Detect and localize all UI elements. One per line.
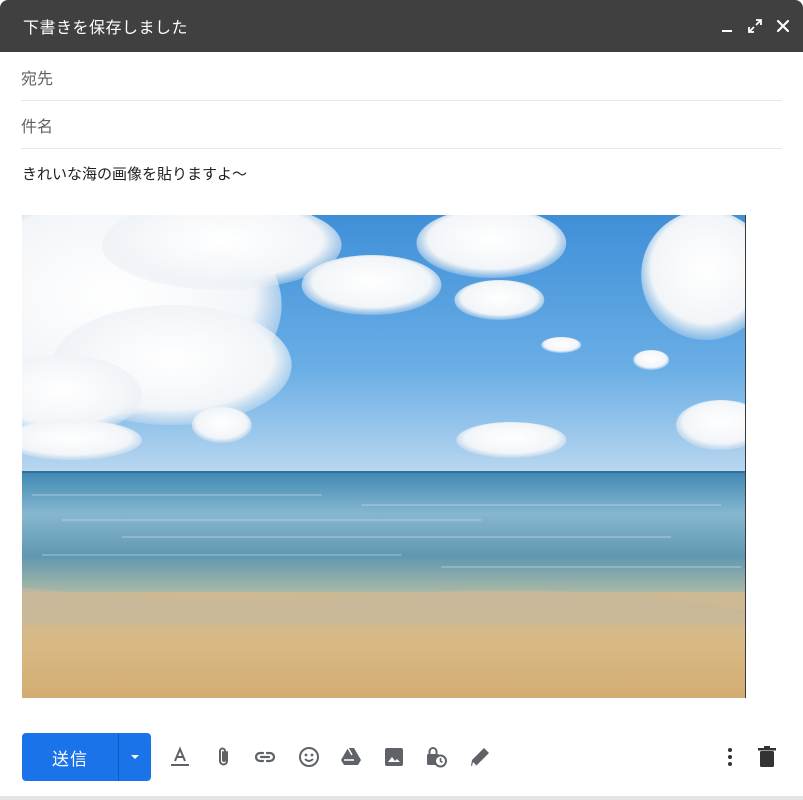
- send-button-group: 送信: [22, 733, 151, 781]
- more-options-icon[interactable]: [718, 745, 742, 769]
- window-title: 下書きを保存しました: [23, 18, 189, 37]
- insert-photo-icon[interactable]: [382, 745, 406, 769]
- to-label: 宛先: [21, 68, 54, 88]
- minimize-icon[interactable]: [713, 12, 741, 40]
- message-body-text[interactable]: きれいな海の画像を貼りますよ～: [22, 163, 247, 184]
- send-button[interactable]: 送信: [22, 733, 118, 781]
- subject-field[interactable]: 件名: [21, 101, 782, 149]
- format-text-icon[interactable]: [168, 745, 192, 769]
- window-controls: [713, 12, 797, 40]
- insert-link-icon[interactable]: [253, 745, 277, 769]
- close-icon[interactable]: [769, 12, 797, 40]
- discard-draft-icon[interactable]: [755, 745, 779, 769]
- subject-input[interactable]: [61, 108, 782, 141]
- recipients-field[interactable]: 宛先: [21, 53, 782, 101]
- compose-window: 下書きを保存しました 宛先 件名 きれいな海の画像を貼りますよ～ 送信: [0, 0, 803, 800]
- insert-signature-icon[interactable]: [468, 745, 492, 769]
- to-input[interactable]: [61, 60, 782, 93]
- google-drive-icon[interactable]: [339, 745, 363, 769]
- confidential-mode-icon[interactable]: [424, 745, 448, 769]
- inline-beach-photo[interactable]: [22, 215, 746, 698]
- insert-emoji-icon[interactable]: [297, 745, 321, 769]
- compose-toolbar: 送信: [0, 733, 803, 781]
- compose-titlebar[interactable]: 下書きを保存しました: [0, 0, 803, 52]
- subject-label: 件名: [21, 116, 54, 136]
- send-options-icon[interactable]: [119, 733, 151, 781]
- attach-file-icon[interactable]: [212, 745, 236, 769]
- expand-icon[interactable]: [741, 12, 769, 40]
- window-bottom-edge: [0, 796, 803, 800]
